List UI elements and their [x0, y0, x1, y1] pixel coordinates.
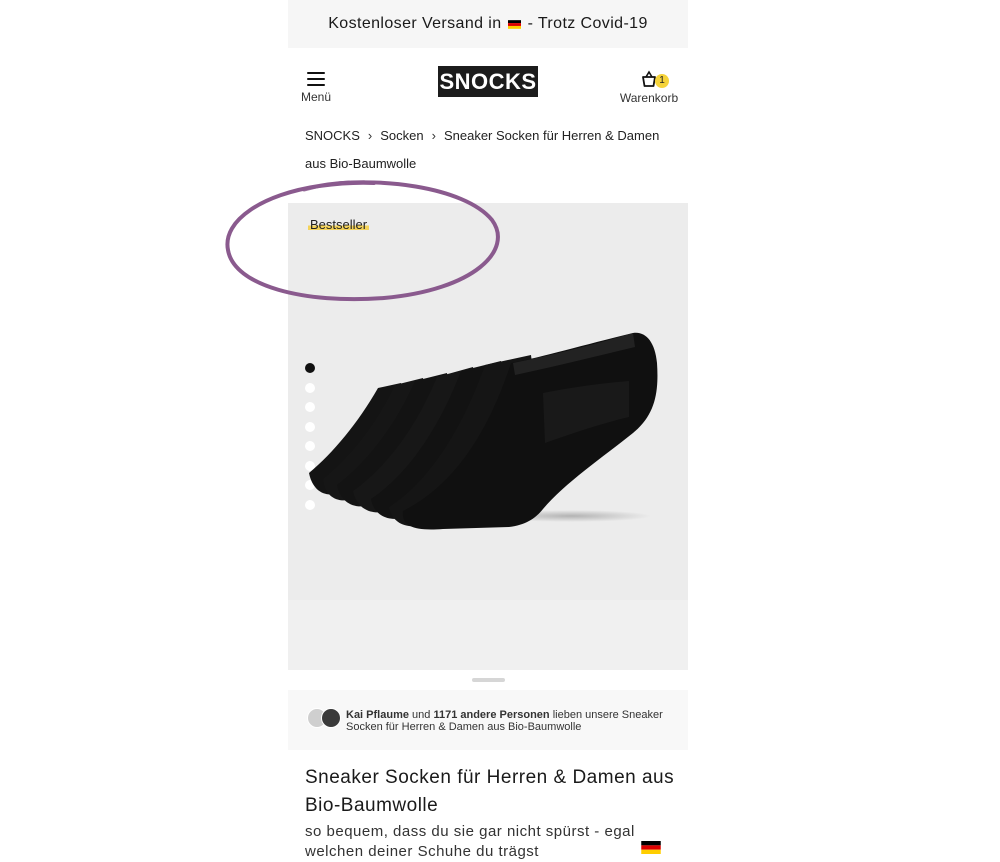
menu-button[interactable]: Menü — [298, 68, 334, 108]
gallery-floor — [288, 600, 688, 670]
breadcrumb-item-snocks[interactable]: SNOCKS — [305, 128, 360, 143]
breadcrumb: SNOCKS › Socken › Sneaker Socken für Herren … — [305, 122, 675, 178]
breadcrumb-separator: › — [367, 128, 373, 143]
breadcrumb-separator: › — [431, 128, 436, 143]
cart-label: Warenkorb — [619, 91, 679, 105]
germany-flag-icon — [641, 841, 661, 854]
drawer-handle[interactable] — [472, 678, 505, 682]
social-proof: Kai Pflaume und 1171 andere Personen lie… — [288, 690, 688, 750]
product-image-black-sneaker-socks — [309, 332, 658, 530]
social-proof-text: Kai Pflaume und 1171 andere Personen lie… — [346, 709, 676, 733]
avatar — [321, 708, 341, 728]
product-title: Sneaker Socken für Herren & Damen aus Bi… — [305, 767, 675, 816]
cart-count-badge: 1 — [655, 74, 669, 88]
hamburger-icon — [307, 72, 325, 86]
social-proof-connector: und — [412, 709, 431, 721]
cart-button[interactable]: 1 Warenkorb — [616, 70, 682, 110]
social-proof-name: Kai Pflaume — [346, 709, 409, 721]
site-header: Menü SNOCKS 1 Warenkorb — [288, 58, 688, 114]
product-gallery[interactable]: Bestseller — [288, 203, 688, 670]
announcement-text-end: - Trotz Covid-19 — [527, 15, 648, 32]
product-subtitle: so bequem, dass du sie gar nicht spürst … — [305, 823, 635, 860]
menu-label: Menü — [300, 90, 332, 104]
announcement-bar: Kostenloser Versand in - Trotz Covid-19 — [288, 0, 688, 48]
announcement-text-start: Kostenloser Versand in — [328, 15, 502, 32]
bestseller-badge: Bestseller — [308, 217, 370, 232]
germany-flag-icon — [507, 19, 521, 29]
product-page: Kostenloser Versand in - Trotz Covid-19 … — [288, 0, 688, 860]
social-proof-count: 1171 andere Personen — [433, 709, 550, 721]
breadcrumb-item-socken[interactable]: Socken — [380, 128, 423, 143]
snocks-logo[interactable]: SNOCKS — [438, 66, 538, 97]
shopping-bag-icon: 1 — [638, 70, 669, 88]
